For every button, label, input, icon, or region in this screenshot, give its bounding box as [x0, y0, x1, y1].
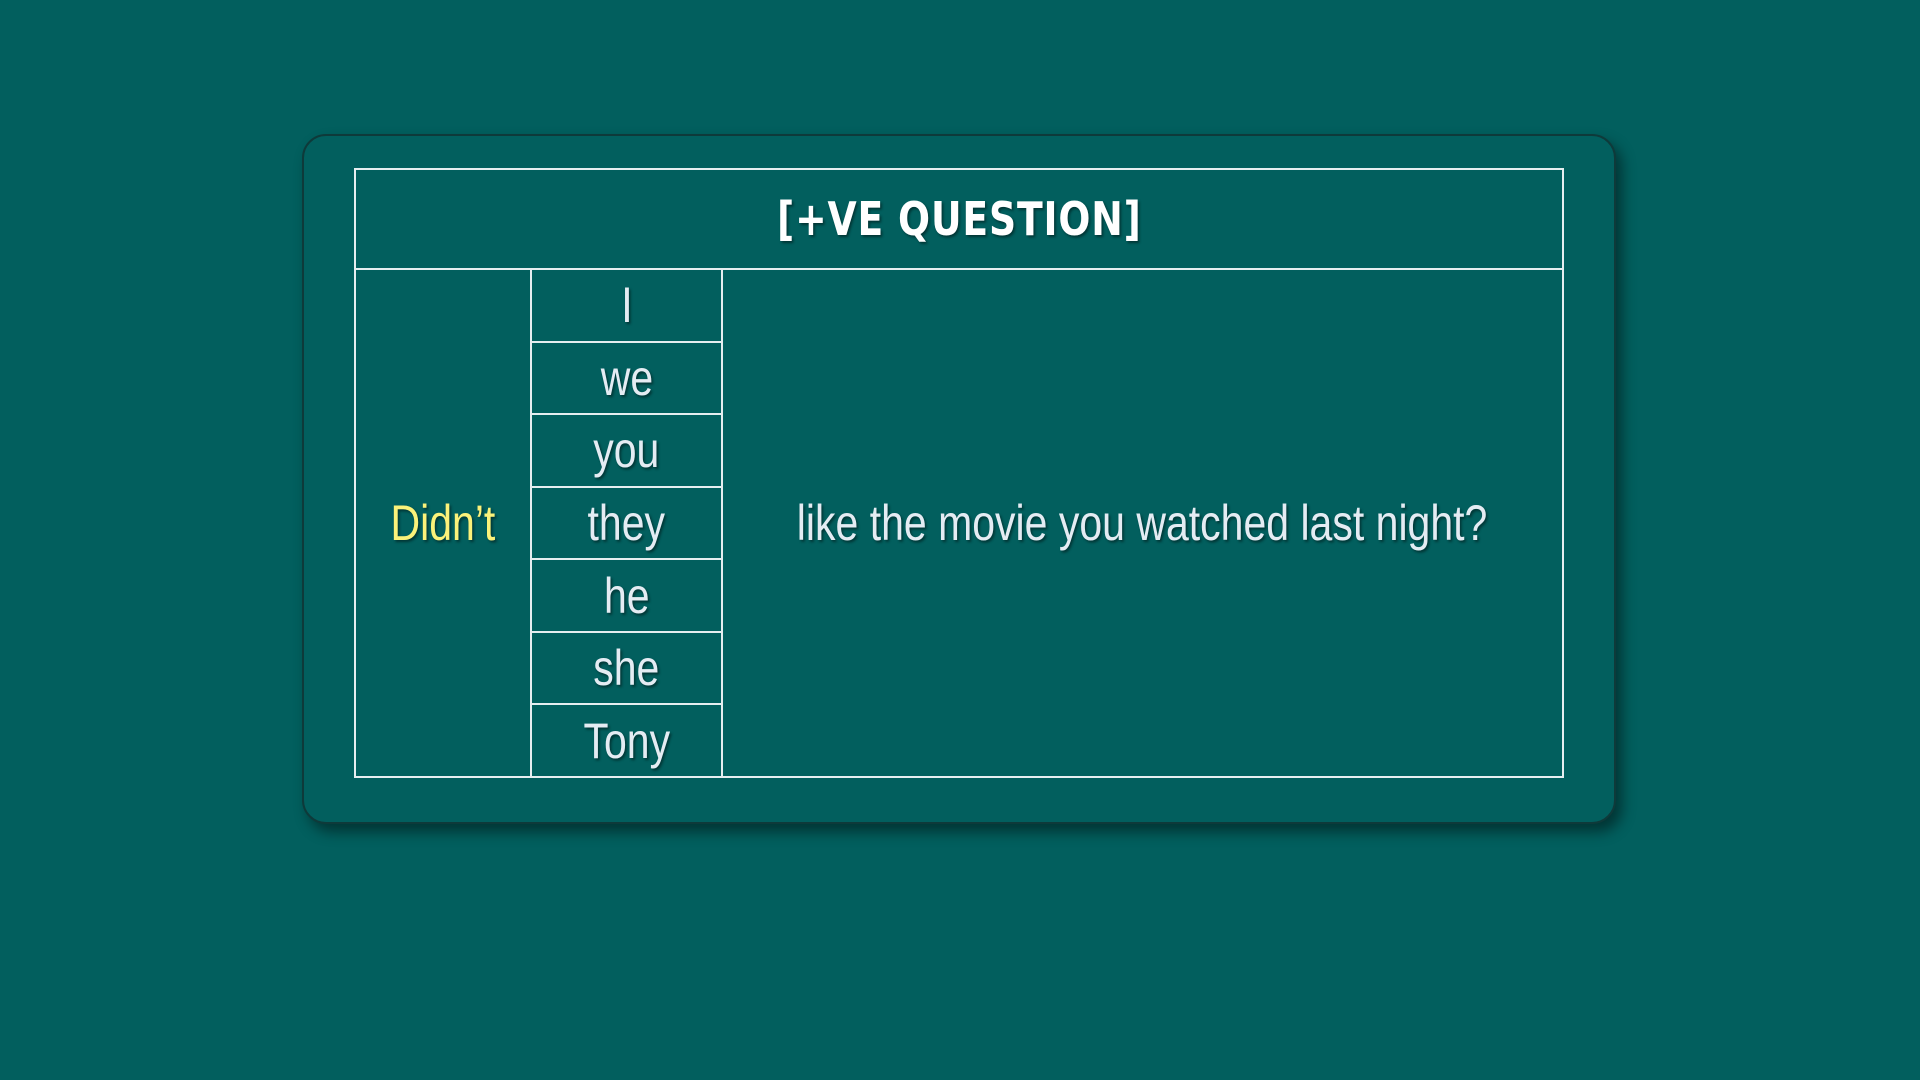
auxiliary-cell: Didn’t	[356, 270, 532, 776]
subject-cell: we	[532, 343, 721, 416]
sentence-rest: like the movie you watched last night?	[797, 495, 1488, 551]
subject-cell: he	[532, 560, 721, 633]
subject-text: you	[593, 422, 660, 479]
subject-cell: you	[532, 415, 721, 488]
subject-cell: Tony	[532, 705, 721, 776]
subject-column: I we you they he she Tony	[532, 270, 723, 776]
subject-cell: she	[532, 633, 721, 706]
subject-text: they	[587, 495, 666, 552]
subject-text: we	[600, 349, 653, 406]
subject-text: she	[593, 640, 660, 697]
table-title: [+VE QUESTION]	[776, 192, 1142, 246]
subject-cell: I	[532, 270, 721, 343]
subject-cell: they	[532, 488, 721, 561]
sentence-rest-cell: like the movie you watched last night?	[723, 270, 1562, 776]
grammar-table: [+VE QUESTION] Didn’t I we you they he s…	[354, 168, 1564, 778]
subject-text: Tony	[583, 712, 670, 769]
subject-text: I	[620, 277, 633, 334]
auxiliary-verb: Didn’t	[390, 495, 496, 551]
subject-text: he	[603, 567, 650, 624]
table-header: [+VE QUESTION]	[356, 170, 1562, 270]
